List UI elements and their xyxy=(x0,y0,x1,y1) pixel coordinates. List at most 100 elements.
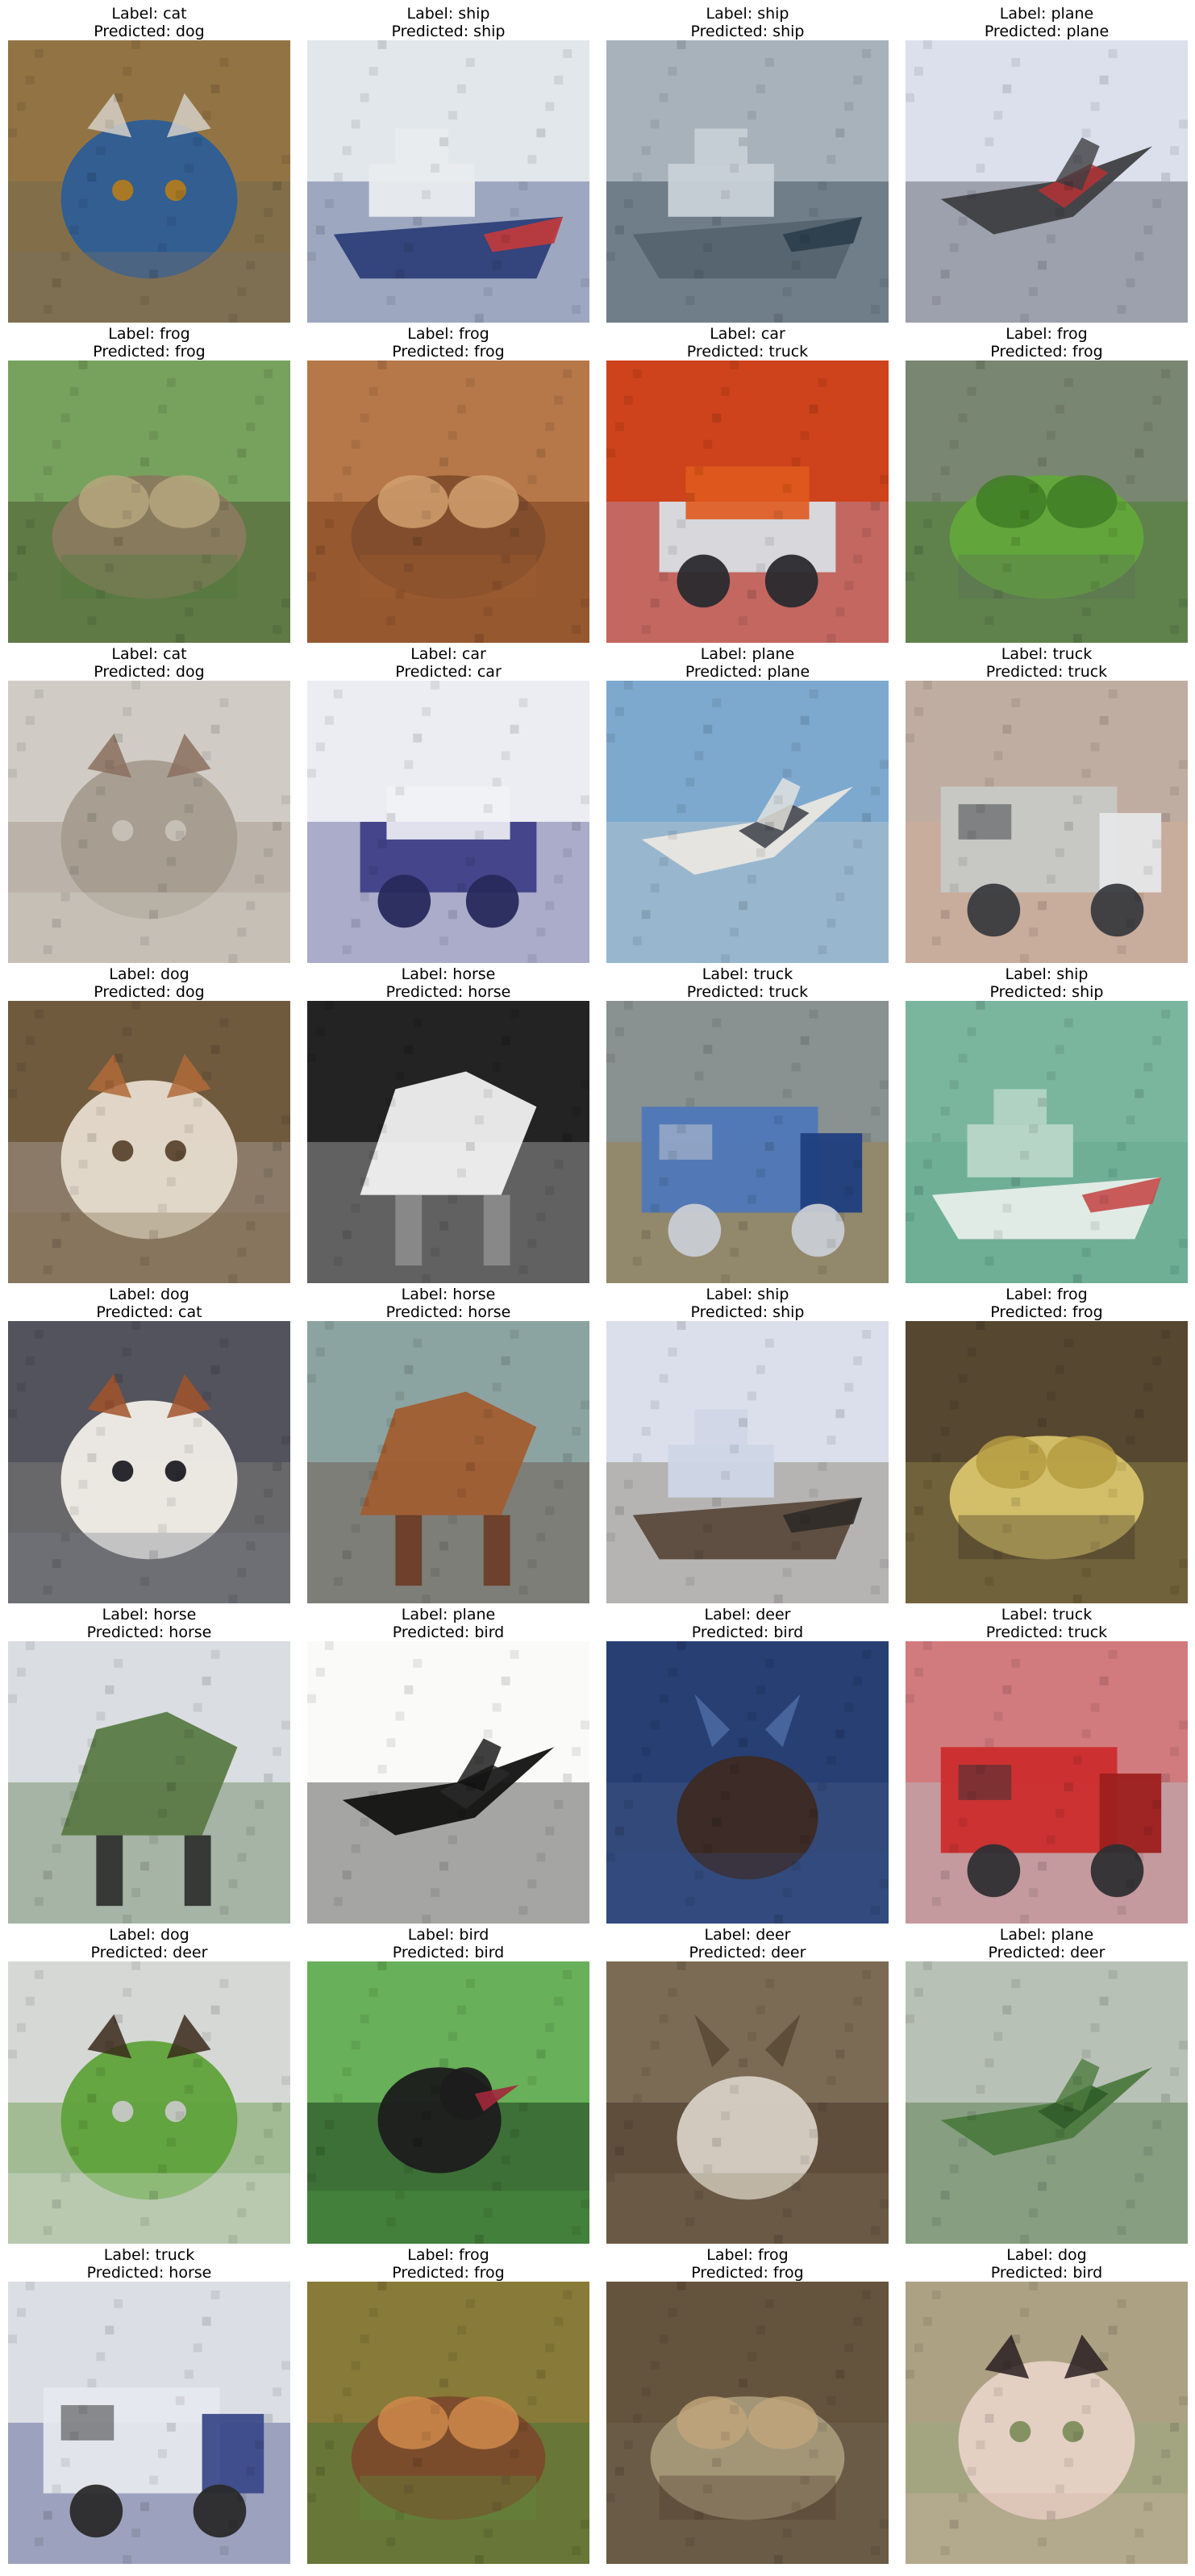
sample-caption: Label: horse Predicted: horse xyxy=(307,1286,589,1321)
sample-image-frame xyxy=(906,361,1188,643)
sample-card: Label: ship Predicted: ship xyxy=(307,0,589,323)
sample-image-frame xyxy=(307,361,589,643)
sample-predicted-text: Predicted: bird xyxy=(691,1624,804,1641)
sample-card: Label: dog Predicted: dog xyxy=(8,961,290,1283)
sample-predicted-text: Predicted: dog xyxy=(94,23,205,40)
image-grid: Label: cat Predicted: dog Label: ship Predi… xyxy=(0,0,1195,2576)
sample-image-frame xyxy=(307,1001,589,1283)
sample-predicted-text: Predicted: truck xyxy=(985,1624,1108,1641)
sample-card: Label: plane Predicted: plane xyxy=(606,640,889,963)
sample-card: Label: car Predicted: car xyxy=(307,640,589,963)
sample-image-frame xyxy=(307,2282,589,2564)
sample-card: Label: horse Predicted: horse xyxy=(8,1601,290,1924)
sample-image-frame xyxy=(307,1321,589,1603)
sample-card: Label: truck Predicted: truck xyxy=(906,640,1188,963)
sample-caption: Label: plane Predicted: bird xyxy=(307,1606,589,1641)
sample-predicted-text: Predicted: horse xyxy=(86,1624,212,1641)
sample-label-text: Label: truck xyxy=(702,965,793,983)
sample-predicted-text: Predicted: dog xyxy=(94,663,205,681)
sample-caption: Label: frog Predicted: frog xyxy=(606,2246,889,2282)
sample-card: Label: truck Predicted: truck xyxy=(906,1601,1188,1924)
sample-caption: Label: dog Predicted: cat xyxy=(8,1286,290,1321)
truck-image xyxy=(8,2282,290,2564)
sample-caption: Label: horse Predicted: horse xyxy=(8,1606,290,1641)
sample-label-text: Label: horse xyxy=(401,965,496,983)
sample-predicted-text: Predicted: deer xyxy=(988,1944,1105,1961)
sample-image-frame xyxy=(8,1641,290,1924)
sample-predicted-text: Predicted: plane xyxy=(685,663,810,681)
sample-caption: Label: dog Predicted: dog xyxy=(8,965,290,1001)
sample-image-frame xyxy=(606,1321,889,1603)
sample-caption: Label: frog Predicted: frog xyxy=(307,325,589,361)
sample-card: Label: cat Predicted: dog xyxy=(8,640,290,963)
sample-label-text: Label: cat xyxy=(111,5,187,23)
sample-image-frame xyxy=(8,361,290,643)
plane-image xyxy=(307,1641,589,1924)
sample-label-text: Label: car xyxy=(710,325,785,343)
sample-label-text: Label: frog xyxy=(1006,325,1088,343)
frog-image xyxy=(307,361,589,643)
sample-card: Label: frog Predicted: frog xyxy=(906,1281,1188,1603)
ship-image xyxy=(606,40,889,323)
horse-image xyxy=(307,1321,589,1603)
sample-label-text: Label: car xyxy=(410,645,486,663)
sample-label-text: Label: deer xyxy=(704,1606,791,1624)
sample-caption: Label: ship Predicted: ship xyxy=(606,1286,889,1321)
ship-image xyxy=(307,40,589,323)
sample-caption: Label: cat Predicted: dog xyxy=(8,5,290,40)
sample-caption: Label: ship Predicted: ship xyxy=(906,965,1188,1001)
horse-image xyxy=(307,1001,589,1283)
sample-card: Label: horse Predicted: horse xyxy=(307,1281,589,1603)
sample-card: Label: deer Predicted: bird xyxy=(606,1601,889,1924)
sample-predicted-text: Predicted: truck xyxy=(686,983,809,1001)
sample-caption: Label: frog Predicted: frog xyxy=(307,2246,589,2282)
sample-label-text: Label: frog xyxy=(1006,1286,1088,1303)
sample-caption: Label: ship Predicted: ship xyxy=(606,5,889,40)
sample-image-frame xyxy=(8,681,290,963)
sample-predicted-text: Predicted: deer xyxy=(689,1944,806,1961)
car-image xyxy=(307,681,589,963)
sample-predicted-text: Predicted: truck xyxy=(686,343,809,361)
plane-image xyxy=(906,40,1188,323)
sample-predicted-text: Predicted: ship xyxy=(690,1303,805,1321)
sample-label-text: Label: dog xyxy=(109,965,189,983)
sample-caption: Label: frog Predicted: frog xyxy=(906,325,1188,361)
sample-predicted-text: Predicted: dog xyxy=(94,983,205,1001)
sample-predicted-text: Predicted: bird xyxy=(392,1944,505,1961)
sample-card: Label: horse Predicted: horse xyxy=(307,961,589,1283)
sample-card: Label: plane Predicted: deer xyxy=(906,1921,1188,2244)
sample-card: Label: ship Predicted: ship xyxy=(906,961,1188,1283)
sample-card: Label: frog Predicted: frog xyxy=(307,2241,589,2564)
sample-image-frame xyxy=(906,2282,1188,2564)
sample-image-frame xyxy=(906,681,1188,963)
sample-caption: Label: car Predicted: truck xyxy=(606,325,889,361)
sample-label-text: Label: plane xyxy=(401,1606,496,1624)
sample-card: Label: frog Predicted: frog xyxy=(606,2241,889,2564)
sample-label-text: Label: truck xyxy=(103,2246,195,2264)
sample-image-frame xyxy=(606,1001,889,1283)
sample-caption: Label: bird Predicted: bird xyxy=(307,1926,589,1961)
sample-image-frame xyxy=(8,1961,290,2244)
sample-predicted-text: Predicted: frog xyxy=(990,1303,1103,1321)
sample-image-frame xyxy=(307,1641,589,1924)
sample-predicted-text: Predicted: cat xyxy=(96,1303,202,1321)
sample-image-frame xyxy=(307,1961,589,2244)
sample-label-text: Label: plane xyxy=(999,1926,1094,1944)
sample-caption: Label: frog Predicted: frog xyxy=(906,1286,1188,1321)
sample-label-text: Label: deer xyxy=(704,1926,791,1944)
sample-caption: Label: frog Predicted: frog xyxy=(8,325,290,361)
sample-label-text: Label: horse xyxy=(401,1286,496,1303)
sample-caption: Label: truck Predicted: horse xyxy=(8,2246,290,2282)
sample-label-text: Label: dog xyxy=(1006,2246,1087,2264)
sample-label-text: Label: ship xyxy=(1005,965,1089,983)
sample-predicted-text: Predicted: bird xyxy=(990,2264,1103,2282)
sample-predicted-text: Predicted: deer xyxy=(90,1944,208,1961)
sample-predicted-text: Predicted: bird xyxy=(392,1624,505,1641)
sample-caption: Label: plane Predicted: plane xyxy=(606,645,889,681)
frog-image xyxy=(606,2282,889,2564)
bird-image xyxy=(307,1961,589,2244)
sample-image-frame xyxy=(307,40,589,323)
deer-image xyxy=(606,1641,889,1924)
dog-image xyxy=(8,1961,290,2244)
sample-caption: Label: ship Predicted: ship xyxy=(307,5,589,40)
